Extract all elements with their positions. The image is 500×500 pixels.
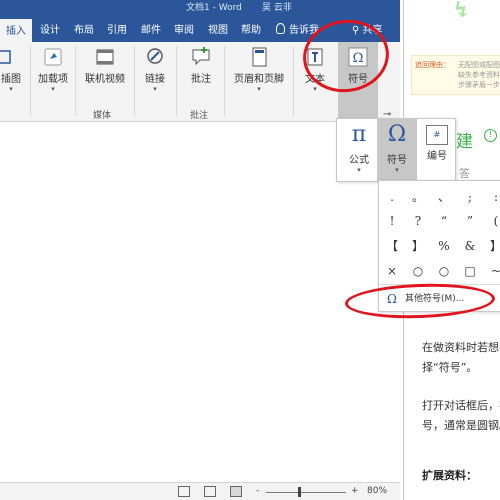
chevron-down-icon: ▾ <box>357 166 361 174</box>
pi-icon: π <box>351 122 367 147</box>
site-logo: ↯ <box>452 0 471 23</box>
online-video-label: 联机视频 <box>85 74 125 85</box>
tab-design[interactable]: 设计 <box>40 21 60 36</box>
link-label: 链接 <box>145 74 165 85</box>
symbol-cell[interactable]: ! <box>379 209 405 233</box>
chevron-down-icon: ▾ <box>395 166 399 174</box>
comment-label: 批注 <box>191 74 211 85</box>
symbol-cell[interactable]: ? <box>405 209 431 233</box>
tab-references[interactable]: 引用 <box>107 21 127 36</box>
symbol-label: 符号 <box>387 155 407 166</box>
paragraph-2-line-1: 打开对话框后，在 <box>422 399 500 412</box>
chevron-down-icon: ▾ <box>257 85 261 93</box>
tab-view[interactable]: 视图 <box>208 21 228 36</box>
separator <box>134 46 135 116</box>
symbol-cell[interactable]: . <box>379 185 405 209</box>
tab-review[interactable]: 审阅 <box>174 21 194 36</box>
group-label-comments: 批注 <box>190 111 209 121</box>
symbol-cell[interactable]: 】 <box>483 234 500 258</box>
separator <box>75 46 76 116</box>
symbol-cell[interactable]: □ <box>457 259 483 283</box>
smartart-icon <box>0 50 11 64</box>
tab-insert[interactable]: 插入 <box>0 19 32 42</box>
separator <box>293 46 294 116</box>
zoom-level[interactable]: 80% <box>367 486 387 496</box>
symbol-cell[interactable]: : <box>483 185 500 209</box>
status-bar: - + 80% <box>0 482 400 500</box>
symbol-cell[interactable]: 】 <box>405 234 431 258</box>
tab-layout[interactable]: 布局 <box>74 21 94 36</box>
zoom-in-button[interactable]: + <box>351 486 359 496</box>
comment-button[interactable]: 批注 <box>184 46 218 85</box>
equation-label: 公式 <box>349 155 369 166</box>
online-video-button[interactable]: 联机视频 <box>80 46 130 85</box>
paragraph-1-line-2: 择“符号”。 <box>422 361 478 374</box>
symbol-button[interactable]: Ω 符号 ▾ <box>377 119 417 181</box>
symbol-cell[interactable]: ○ <box>431 259 457 283</box>
number-icon: # <box>426 125 448 145</box>
smartart-label: 插图 <box>1 74 21 85</box>
paragraph-1-line-1: 在做资料时若想在 <box>422 341 500 354</box>
lightbulb-icon <box>276 23 285 34</box>
symbol-cell[interactable]: ~ <box>483 259 500 283</box>
tab-help[interactable]: 帮助 <box>241 21 261 36</box>
separator <box>176 46 177 116</box>
symbol-cell[interactable]: 、 <box>431 185 457 209</box>
comment-icon <box>192 47 210 66</box>
symbol-cell[interactable]: ( <box>483 209 500 233</box>
chevron-down-icon: ▾ <box>51 85 55 93</box>
link-icon <box>147 48 163 64</box>
separator <box>30 46 31 116</box>
chevron-down-icon: ▾ <box>9 85 13 93</box>
symbol-cell[interactable]: 。 <box>405 185 431 209</box>
report-line-2: 缺失参考资料 <box>458 71 500 79</box>
info-icon[interactable]: ! <box>484 129 497 142</box>
extended-reading-heading: 扩展资料： <box>422 469 477 482</box>
chevron-down-icon: ▾ <box>153 85 157 93</box>
symbol-cell[interactable]: % <box>431 234 457 258</box>
report-tag: 追回理由： <box>415 61 450 69</box>
smartart-button[interactable]: 插图 ▾ <box>0 46 22 94</box>
symbol-cell[interactable]: & <box>457 234 483 258</box>
section-heading: 建 <box>456 132 473 152</box>
paragraph-2-line-2: 号，通常是圆钢。 <box>422 419 500 432</box>
addins-label: 加载项 <box>38 74 68 85</box>
header-footer-icon <box>252 47 267 67</box>
symbols-dropdown: π 公式 ▾ Ω 符号 ▾ # 编号 <box>336 118 456 182</box>
zoom-slider-track[interactable] <box>266 492 346 493</box>
print-layout-icon[interactable] <box>204 486 216 497</box>
addins-button[interactable]: 加载项 ▾ <box>38 46 68 94</box>
symbol-cell[interactable]: ; <box>457 185 483 209</box>
symbol-cell[interactable]: ” <box>457 209 483 233</box>
equation-button[interactable]: π 公式 ▾ <box>339 119 379 181</box>
tab-mailings[interactable]: 邮件 <box>141 21 161 36</box>
group-label-media: 媒体 <box>93 111 112 121</box>
addins-icon <box>44 48 62 66</box>
zoom-out-button[interactable]: - <box>256 486 259 496</box>
omega-icon: Ω <box>387 122 407 147</box>
numbering-label: 编号 <box>427 151 447 162</box>
separator <box>224 46 225 116</box>
header-footer-label: 页眉和页脚 <box>234 74 284 85</box>
symbol-cell[interactable]: ○ <box>405 259 431 283</box>
report-line-1: 无配图或配图 <box>458 61 500 69</box>
symbol-cell[interactable]: × <box>379 259 405 283</box>
link-button[interactable]: 链接 ▾ <box>140 46 170 94</box>
numbering-button[interactable]: # 编号 <box>417 119 457 181</box>
user-name[interactable]: 吴 云非 <box>262 0 292 13</box>
symbol-cell[interactable]: 【 <box>379 234 405 258</box>
film-icon <box>96 49 114 65</box>
symbol-cell[interactable]: “ <box>431 209 457 233</box>
web-layout-icon[interactable] <box>230 486 242 497</box>
header-footer-button[interactable]: 页眉和页脚 ▾ <box>230 46 288 94</box>
read-mode-icon[interactable] <box>178 486 190 497</box>
report-line-3: 步骤矛盾一步 <box>458 81 500 89</box>
zoom-slider-thumb[interactable] <box>298 487 301 497</box>
window-title: 文档1 - Word <box>186 3 242 13</box>
title-bar: 文档1 - Word 吴 云非 <box>0 0 400 14</box>
